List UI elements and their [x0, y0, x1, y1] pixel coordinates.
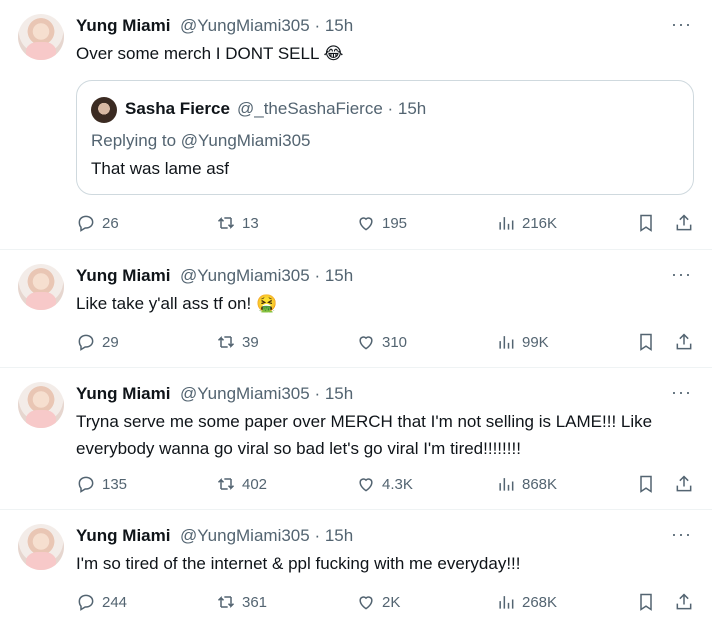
views-button[interactable]: 99K [496, 330, 549, 354]
tweet-text: Like take y'all ass tf on! 🤮 [76, 294, 278, 313]
author-name[interactable]: Yung Miami [76, 526, 170, 546]
bookmark-icon [640, 593, 652, 611]
tweet[interactable]: Yung Miami @YungMiami305 · 15h ··· I'm s… [0, 510, 712, 628]
like-icon [359, 336, 373, 350]
author-handle: @YungMiami305 · 15h [180, 526, 354, 545]
views-count: 216K [522, 214, 558, 232]
author-name[interactable]: Yung Miami [76, 384, 170, 404]
quoted-text: That was lame asf [91, 159, 229, 178]
more-icon[interactable]: ··· [671, 264, 692, 285]
action-bar: 26 13 195 216K [76, 211, 696, 235]
reply-button[interactable]: 26 [76, 211, 119, 235]
views-button[interactable]: 268K [496, 590, 557, 614]
views-icon [499, 478, 514, 491]
views-button[interactable]: 216K [496, 211, 557, 235]
retweet-icon [217, 478, 235, 490]
action-bar: 135 402 4.3K 868K [76, 472, 696, 496]
quoted-tweet[interactable]: Sasha Fierce @_theSashaFierce · 15h Repl… [76, 80, 694, 195]
action-bar: 244 361 2K 268K [76, 590, 696, 614]
avatar[interactable] [18, 264, 64, 310]
avatar[interactable] [18, 14, 64, 60]
retweet-icon [217, 596, 235, 608]
reply-icon [78, 594, 94, 611]
more-icon[interactable]: ··· [671, 524, 692, 545]
like-count: 2K [382, 593, 401, 611]
like-count: 4.3K [382, 475, 413, 493]
tweet[interactable]: Yung Miami @YungMiami305 · 15h ··· Over … [0, 0, 712, 250]
replying-to: Replying to @YungMiami305 [91, 131, 311, 150]
like-button[interactable]: 2K [356, 590, 400, 614]
share-button[interactable] [674, 472, 694, 496]
bookmark-button[interactable] [636, 330, 656, 354]
like-button[interactable]: 4.3K [356, 472, 413, 496]
share-button[interactable] [674, 330, 694, 354]
like-button[interactable]: 310 [356, 330, 407, 354]
tweet-text: Over some merch I DONT SELL 😂 [76, 44, 344, 63]
like-count: 195 [382, 214, 408, 232]
bookmark-button[interactable] [636, 590, 656, 614]
avatar[interactable] [18, 524, 64, 570]
reply-icon [78, 215, 94, 232]
bookmark-icon [640, 333, 652, 351]
tweet[interactable]: Yung Miami @YungMiami305 · 15h ··· Like … [0, 250, 712, 368]
like-button[interactable]: 195 [356, 211, 407, 235]
reply-icon [78, 334, 94, 351]
retweet-count: 361 [242, 593, 268, 611]
retweet-icon [217, 336, 235, 348]
like-count: 310 [382, 333, 408, 351]
more-icon[interactable]: ··· [671, 14, 692, 35]
reply-count: 244 [102, 593, 128, 611]
author-name[interactable]: Yung Miami [76, 266, 170, 286]
retweet-button[interactable]: 361 [216, 590, 267, 614]
reply-count: 135 [102, 475, 128, 493]
views-icon [499, 596, 514, 609]
retweet-button[interactable]: 402 [216, 472, 267, 496]
share-button[interactable] [674, 590, 694, 614]
views-icon [499, 336, 514, 349]
reply-count: 26 [102, 214, 119, 232]
avatar[interactable] [18, 382, 64, 428]
retweet-button[interactable]: 13 [216, 211, 259, 235]
views-icon [499, 217, 514, 230]
author-handle: @YungMiami305 · 15h [180, 266, 354, 285]
bookmark-icon [640, 475, 652, 493]
reply-icon [78, 476, 94, 493]
quoted-author-name: Sasha Fierce [125, 99, 230, 118]
tweet-text: I'm so tired of the internet & ppl fucki… [76, 554, 521, 573]
bookmark-icon [640, 214, 652, 232]
reply-button[interactable]: 244 [76, 590, 127, 614]
share-icon [676, 475, 692, 492]
tweet[interactable]: Yung Miami @YungMiami305 · 15h ··· Tryna… [0, 368, 712, 510]
like-icon [359, 217, 373, 231]
views-count: 99K [522, 333, 549, 351]
views-button[interactable]: 868K [496, 472, 557, 496]
share-icon [676, 214, 692, 231]
reply-button[interactable]: 135 [76, 472, 127, 496]
retweet-button[interactable]: 39 [216, 330, 259, 354]
share-icon [676, 333, 692, 350]
retweet-icon [217, 217, 235, 229]
action-bar: 29 39 310 99K [76, 330, 696, 354]
bookmark-button[interactable] [636, 211, 656, 235]
retweet-count: 13 [242, 214, 259, 232]
author-handle: @YungMiami305 · 15h [180, 384, 354, 403]
views-count: 268K [522, 593, 558, 611]
views-count: 868K [522, 475, 558, 493]
author-handle: @YungMiami305 · 15h [180, 16, 354, 35]
like-icon [359, 478, 373, 492]
retweet-count: 402 [242, 475, 268, 493]
author-name[interactable]: Yung Miami [76, 16, 170, 36]
avatar[interactable] [91, 97, 117, 123]
more-icon[interactable]: ··· [671, 382, 692, 403]
tweet-text: Tryna serve me some paper over MERCH tha… [76, 412, 653, 458]
reply-button[interactable]: 29 [76, 330, 119, 354]
quoted-author-handle: @_theSashaFierce · 15h [237, 99, 427, 118]
like-icon [359, 596, 373, 610]
share-button[interactable] [674, 211, 694, 235]
share-icon [676, 593, 692, 610]
reply-count: 29 [102, 333, 119, 351]
bookmark-button[interactable] [636, 472, 656, 496]
retweet-count: 39 [242, 333, 259, 351]
